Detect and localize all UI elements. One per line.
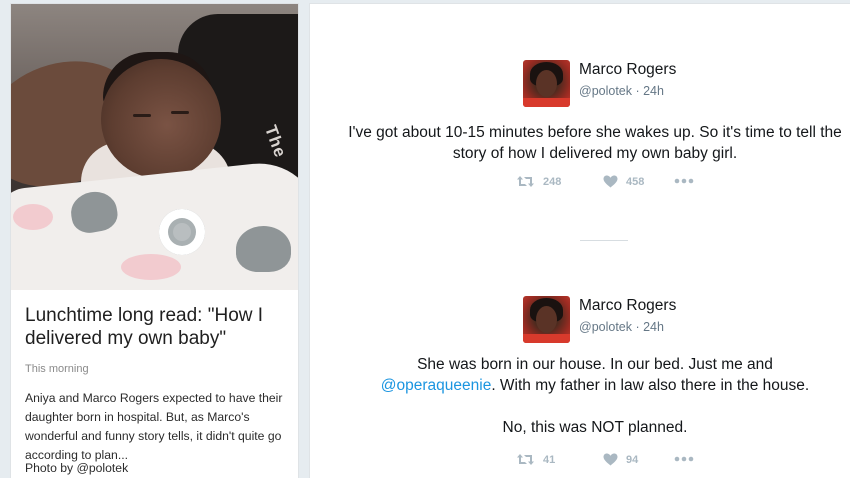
heart-icon: [603, 453, 618, 466]
photo-credit: Photo by @polotek: [25, 461, 128, 475]
retweet-count: 248: [543, 175, 562, 188]
like-button[interactable]: 458: [603, 175, 644, 188]
tweet-actions: 248 458: [516, 175, 716, 191]
tweet-text-line: She was born in our house. In our bed. J…: [417, 356, 773, 373]
tweet-text: I've got about 10-15 minutes before she …: [348, 124, 842, 162]
more-button[interactable]: [674, 178, 694, 184]
photo-pink-dot: [13, 204, 53, 230]
user-name[interactable]: Marco Rogers: [579, 297, 676, 315]
retweet-button[interactable]: 248: [516, 175, 561, 188]
tweet-text-line: . With my father in law also there in th…: [491, 377, 810, 394]
tweet-actions: 41 94: [516, 453, 716, 469]
like-count: 458: [626, 175, 645, 188]
more-icon: [674, 178, 694, 184]
avatar[interactable]: [523, 296, 570, 343]
story-time: This morning: [25, 363, 89, 375]
photo-credit-handle[interactable]: @polotek: [77, 461, 129, 475]
page: The Lunchtime long read: "How I delivere…: [0, 0, 850, 478]
tweet-divider: [580, 240, 628, 241]
story-card[interactable]: The Lunchtime long read: "How I delivere…: [11, 4, 298, 478]
photo-credit-prefix: Photo by: [25, 461, 77, 475]
retweet-icon: [517, 176, 534, 187]
photo-pink-dot: [121, 254, 181, 280]
story-title[interactable]: Lunchtime long read: "How I delivered my…: [25, 304, 287, 350]
tweet-text-line: No, this was NOT planned.: [502, 419, 688, 436]
mention-link[interactable]: @operaqueenie: [381, 377, 492, 394]
story-summary: Aniya and Marco Rogers expected to have …: [25, 391, 283, 462]
retweet-icon: [517, 454, 534, 465]
more-button[interactable]: [674, 456, 694, 462]
like-button[interactable]: 94: [603, 453, 638, 466]
tweets-panel: Marco Rogers @polotek · 24h I've got abo…: [310, 4, 850, 478]
tweet-text: She was born in our house. In our bed. J…: [340, 354, 850, 396]
like-count: 94: [626, 453, 639, 466]
retweet-button[interactable]: 41: [516, 453, 555, 466]
story-photo[interactable]: The: [11, 4, 298, 290]
photo-baby-eye: [133, 114, 151, 117]
user-handle-time[interactable]: @polotek · 24h: [579, 320, 664, 334]
photo-baby-eye: [171, 111, 189, 114]
retweet-count: 41: [543, 453, 556, 466]
photo-elephant: [236, 226, 291, 272]
heart-icon: [603, 175, 618, 188]
more-icon: [674, 456, 694, 462]
user-name[interactable]: Marco Rogers: [579, 61, 676, 79]
photo-gear-pattern: [159, 209, 205, 255]
user-handle-time[interactable]: @polotek · 24h: [579, 84, 664, 98]
photo-baby-head: [101, 59, 221, 179]
avatar[interactable]: [523, 60, 570, 107]
